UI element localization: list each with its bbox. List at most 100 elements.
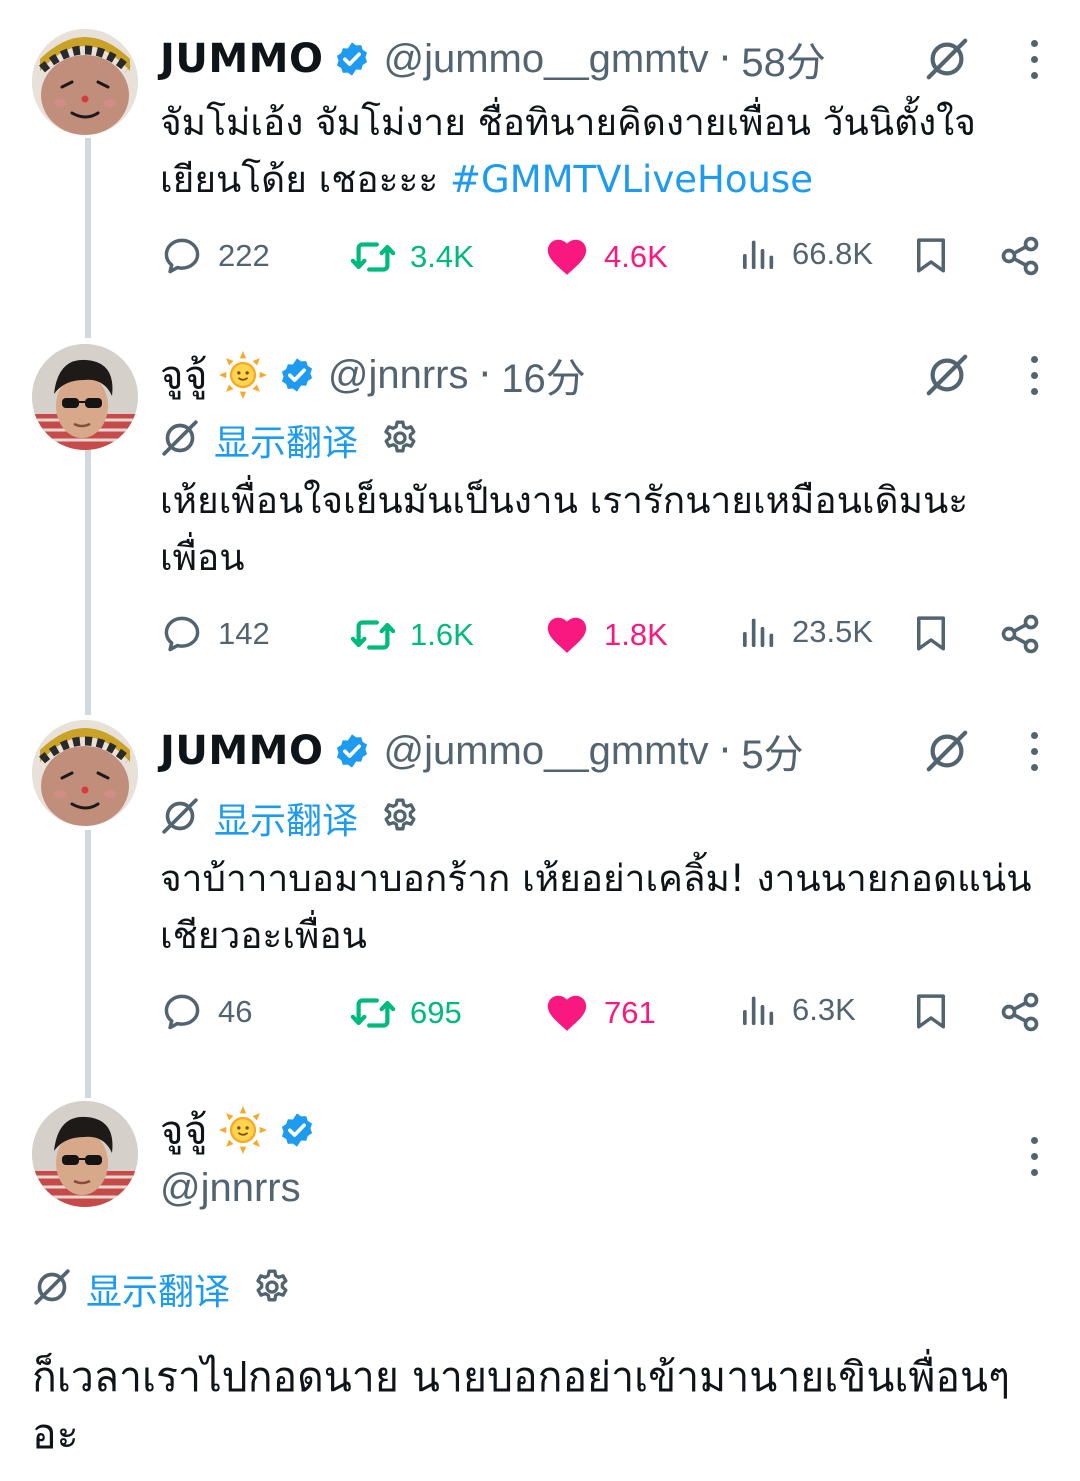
views-count: 23.5K (792, 614, 874, 649)
translate-bar: 显示翻译 (160, 792, 420, 844)
reply-button[interactable]: 142 (160, 612, 270, 656)
more-icon[interactable] (1031, 356, 1038, 395)
like-count: 4.6K (604, 239, 668, 274)
like-button[interactable]: 761 (544, 990, 656, 1036)
retweet-button[interactable]: 695 (350, 990, 462, 1036)
reply-icon (160, 234, 204, 278)
reply-icon (160, 990, 204, 1034)
reply-count: 142 (218, 616, 270, 651)
avatar-image (32, 1101, 138, 1207)
retweet-count: 3.4K (410, 239, 474, 274)
more-icon[interactable] (1031, 732, 1038, 771)
views-button[interactable]: 23.5K (738, 612, 873, 652)
grok-icon[interactable] (924, 728, 970, 778)
timestamp[interactable]: 16分 (501, 346, 586, 404)
avatar-image (32, 720, 138, 826)
more-icon[interactable] (1031, 40, 1038, 79)
retweet-count: 1.6K (410, 617, 474, 652)
share-icon (998, 234, 1042, 278)
tweet-header: JUMMO @jummo__gmmtv · 58分 (160, 30, 826, 88)
action-bar: 142 1.6K 1.8K 23.5K (160, 612, 1050, 662)
like-button[interactable]: 4.6K (544, 234, 668, 280)
separator-dot: · (478, 352, 492, 398)
tweet-header-handle: @jnnrrs (160, 1163, 301, 1213)
sun-emoji (218, 350, 268, 400)
like-button[interactable]: 1.8K (544, 612, 668, 658)
tweet-text: ก็เวลาเราไปกอดนาย นายบอกอย่าเข้ามานายเขิ… (32, 1353, 1011, 1458)
timestamp[interactable]: 58分 (741, 30, 826, 88)
timestamp[interactable]: 5分 (741, 722, 803, 780)
like-count: 761 (604, 995, 656, 1030)
author-handle[interactable]: @jummo__gmmtv (383, 37, 708, 82)
show-translation-link[interactable]: 显示翻译 (86, 1263, 230, 1315)
tweet-text: จาบ้าาาบอมาบอกร้าก เห้ยอย่าเคลิ้ม! งานนา… (160, 857, 1032, 957)
views-button[interactable]: 6.3K (738, 990, 856, 1030)
reply-button[interactable]: 222 (160, 234, 270, 278)
tweet-header: JUMMO @jummo__gmmtv · 5分 (160, 722, 804, 780)
bookmark-button[interactable] (910, 234, 966, 276)
tweet: JUMMO @jummo__gmmtv · 5分 显示翻译 จาบ้าาาบอม… (0, 700, 1080, 1085)
author-name[interactable]: จูจู้ (160, 343, 208, 407)
sun-emoji (218, 1105, 268, 1155)
share-icon (998, 990, 1042, 1034)
retweet-button[interactable]: 3.4K (350, 234, 474, 280)
avatar[interactable] (32, 720, 138, 826)
views-icon (738, 612, 778, 652)
avatar[interactable] (32, 29, 138, 135)
more-icon[interactable] (1031, 1137, 1038, 1176)
reply-button[interactable]: 46 (160, 990, 252, 1034)
gear-icon[interactable] (252, 1267, 292, 1311)
retweet-icon (350, 990, 396, 1036)
tweet-header: จูจู้ (160, 1101, 316, 1159)
heart-icon (544, 990, 590, 1036)
retweet-count: 695 (410, 995, 462, 1030)
separator-dot: · (718, 728, 732, 774)
retweet-button[interactable]: 1.6K (350, 612, 474, 658)
share-icon (998, 612, 1042, 656)
translate-bar: 显示翻译 (160, 414, 420, 466)
share-button[interactable] (998, 612, 1056, 656)
bookmark-button[interactable] (910, 990, 966, 1032)
heart-icon (544, 234, 590, 280)
views-icon (738, 234, 778, 274)
tweet-text: เห้ยเพื่อนใจเย็นมันเป็นงาน เรารักนายเหมื… (160, 479, 969, 579)
reply-count: 222 (218, 238, 270, 273)
tweet-text: จัมโม่เอ้ง จัมโม่งาย ชื่อทินายคิดงายเพื่… (160, 94, 1040, 208)
views-count: 66.8K (792, 236, 874, 271)
show-translation-link[interactable]: 显示翻译 (214, 414, 358, 466)
translate-icon (32, 1267, 72, 1311)
author-name[interactable]: JUMMO (160, 728, 323, 774)
verified-icon (278, 356, 316, 394)
bookmark-icon (910, 612, 952, 654)
verified-icon (333, 732, 371, 770)
grok-icon[interactable] (924, 36, 970, 86)
author-handle[interactable]: @jummo__gmmtv (383, 729, 708, 774)
share-button[interactable] (998, 234, 1056, 278)
author-handle[interactable]: @jnnrrs (160, 1166, 301, 1211)
retweet-icon (350, 234, 396, 280)
grok-icon[interactable] (924, 352, 970, 402)
tweet: จูจู้ @jnnrrs · 16分 显示翻译 เห้ยเพื่อนใจเย็… (0, 320, 1080, 700)
avatar[interactable] (32, 344, 138, 450)
avatar[interactable] (32, 1101, 138, 1207)
author-name[interactable]: จูจู้ (160, 1098, 208, 1162)
bookmark-icon (910, 990, 952, 1032)
avatar-image (32, 344, 138, 450)
gear-icon[interactable] (380, 796, 420, 840)
views-button[interactable]: 66.8K (738, 234, 873, 274)
bookmark-icon (910, 234, 952, 276)
bookmark-button[interactable] (910, 612, 966, 654)
gear-icon[interactable] (380, 418, 420, 462)
avatar-image (32, 29, 138, 135)
hashtag-link[interactable]: #GMMTVLiveHouse (450, 158, 813, 201)
show-translation-link[interactable]: 显示翻译 (214, 792, 358, 844)
focused-tweet: จูจู้ @jnnrrs 显示翻译 ก็เวลาเราไปกอดนาย นาย… (0, 1085, 1080, 1481)
views-icon (738, 990, 778, 1030)
action-bar: 46 695 761 6.3K (160, 990, 1050, 1040)
share-button[interactable] (998, 990, 1056, 1034)
heart-icon (544, 612, 590, 658)
author-handle[interactable]: @jnnrrs (328, 353, 469, 398)
retweet-icon (350, 612, 396, 658)
like-count: 1.8K (604, 617, 668, 652)
author-name[interactable]: JUMMO (160, 36, 323, 82)
